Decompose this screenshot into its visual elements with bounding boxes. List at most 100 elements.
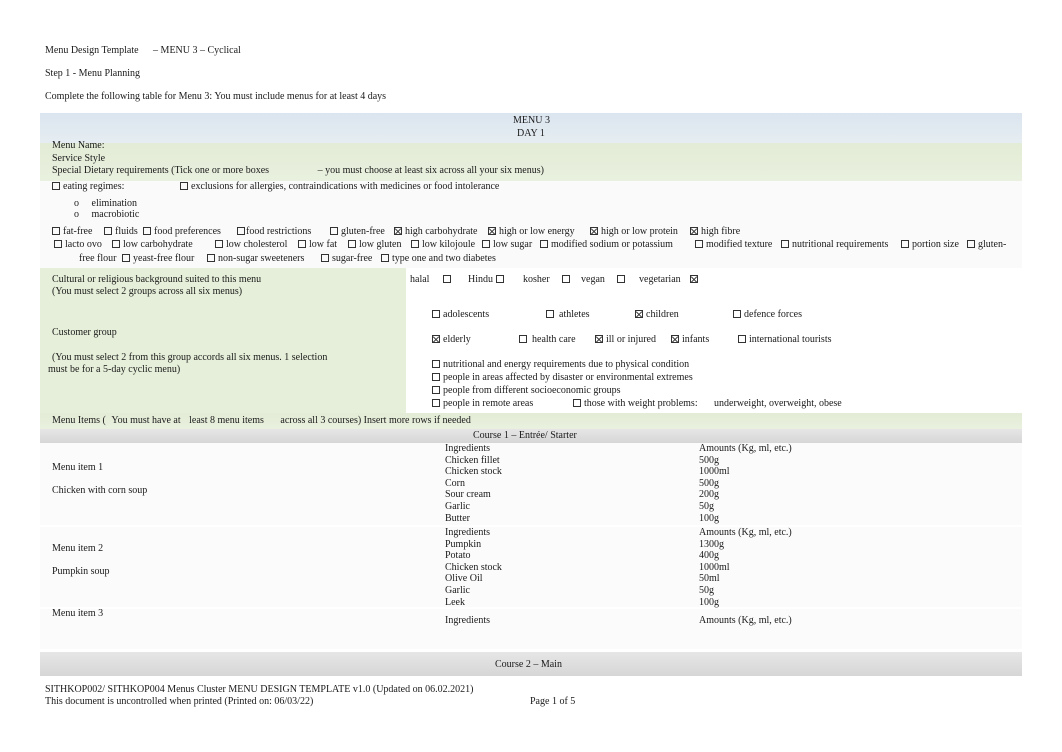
checkbox-icon[interactable] — [695, 240, 703, 248]
checked-checkbox-icon[interactable] — [671, 335, 679, 343]
checkbox-modified-sodium[interactable]: modified sodium or potassium — [540, 239, 673, 251]
amount[interactable]: 1300g — [699, 539, 792, 551]
checkbox-international-tourists[interactable]: international tourists — [738, 334, 832, 346]
checkbox-kosher[interactable]: kosher — [523, 274, 573, 286]
ingredient[interactable]: Butter — [445, 513, 502, 525]
checkbox-icon[interactable] — [54, 240, 62, 248]
checkbox-icon[interactable] — [432, 399, 440, 407]
ingredient[interactable]: Chicken fillet — [445, 455, 502, 467]
checkbox-icon[interactable] — [298, 240, 306, 248]
checkbox-icon[interactable] — [616, 275, 625, 283]
checkbox-health-care[interactable]: health care — [519, 334, 576, 346]
checkbox-nutritional-requirements[interactable]: nutritional requirements — [781, 239, 888, 251]
amount[interactable]: 400g — [699, 550, 792, 562]
checkbox-icon[interactable] — [443, 275, 452, 283]
ingredient[interactable]: Pumpkin — [445, 539, 502, 551]
checkbox-icon[interactable] — [519, 335, 527, 343]
checkbox-icon[interactable] — [561, 275, 570, 283]
amount[interactable]: 50g — [699, 501, 792, 513]
amount[interactable]: 500g — [699, 455, 792, 467]
checkbox-gluten-free-flour[interactable]: gluten- — [967, 239, 1006, 251]
checkbox-icon[interactable] — [180, 182, 188, 190]
amount[interactable]: 200g — [699, 489, 792, 501]
checkbox-icon[interactable] — [432, 310, 440, 318]
checkbox-icon[interactable] — [733, 310, 741, 318]
checkbox-modified-texture[interactable]: modified texture — [695, 239, 772, 251]
checkbox-food-restrictions[interactable]: food restrictions — [237, 226, 311, 238]
amount[interactable]: 100g — [699, 513, 792, 525]
checkbox-icon[interactable] — [540, 240, 548, 248]
checkbox-icon[interactable] — [546, 310, 554, 318]
checkbox-high-carbohydrate[interactable]: high carbohydrate — [394, 226, 477, 238]
checkbox-high-or-low-energy[interactable]: high or low energy — [488, 226, 575, 238]
checkbox-icon[interactable] — [482, 240, 490, 248]
checkbox-icon[interactable] — [207, 254, 215, 262]
checkbox-icon[interactable] — [432, 373, 440, 381]
checkbox-nutritional-energy[interactable]: nutritional and energy requirements due … — [432, 359, 689, 371]
checkbox-low-fat[interactable]: low fat — [298, 239, 337, 251]
checkbox-icon[interactable] — [237, 227, 245, 235]
checkbox-non-sugar-sweeteners[interactable]: non-sugar sweeteners — [207, 253, 304, 265]
checkbox-icon[interactable] — [143, 227, 151, 235]
checkbox-adolescents[interactable]: adolescents — [432, 309, 489, 321]
checkbox-ill-or-injured[interactable]: ill or injured — [595, 334, 656, 346]
checkbox-weight-problems[interactable]: those with weight problems: — [573, 398, 698, 410]
checkbox-low-sugar[interactable]: low sugar — [482, 239, 532, 251]
checked-checkbox-icon[interactable] — [394, 227, 402, 235]
checkbox-yeast-free-flour[interactable]: yeast-free flour — [122, 253, 194, 265]
checkbox-icon[interactable] — [781, 240, 789, 248]
amount[interactable]: 500g — [699, 478, 792, 490]
checkbox-low-cholesterol[interactable]: low cholesterol — [215, 239, 287, 251]
menu-item-1-name[interactable]: Chicken with corn soup — [52, 485, 147, 497]
checkbox-high-fibre[interactable]: high fibre — [690, 226, 740, 238]
checkbox-icon[interactable] — [215, 240, 223, 248]
checkbox-icon[interactable] — [967, 240, 975, 248]
checked-checkbox-icon[interactable] — [635, 310, 643, 318]
checkbox-fat-free[interactable]: fat-free — [52, 226, 92, 238]
amount[interactable]: 50g — [699, 585, 792, 597]
checkbox-icon[interactable] — [573, 399, 581, 407]
checkbox-icon[interactable] — [411, 240, 419, 248]
checkbox-icon[interactable] — [381, 254, 389, 262]
checkbox-fluids[interactable]: fluids — [104, 226, 138, 238]
checkbox-remote-areas[interactable]: people in remote areas — [432, 398, 533, 410]
checkbox-gluten-free[interactable]: gluten-free — [330, 226, 385, 238]
checkbox-icon[interactable] — [496, 275, 504, 283]
ingredient[interactable]: Leek — [445, 597, 502, 609]
amount[interactable]: 1000ml — [699, 562, 792, 574]
checkbox-icon[interactable] — [52, 182, 60, 190]
checkbox-icon[interactable] — [112, 240, 120, 248]
checked-checkbox-icon[interactable] — [590, 227, 598, 235]
ingredient[interactable]: Potato — [445, 550, 502, 562]
checkbox-disaster-areas[interactable]: people in areas affected by disaster or … — [432, 372, 693, 384]
ingredient[interactable]: Chicken stock — [445, 466, 502, 478]
checked-checkbox-icon[interactable] — [595, 335, 603, 343]
checkbox-icon[interactable] — [432, 360, 440, 368]
checkbox-infants[interactable]: infants — [671, 334, 709, 346]
checkbox-vegetarian[interactable]: vegetarian — [639, 274, 701, 286]
checkbox-icon[interactable] — [330, 227, 338, 235]
amount[interactable]: 1000ml — [699, 466, 792, 478]
checkbox-sugar-free[interactable]: sugar-free — [321, 253, 372, 265]
ingredient[interactable]: Corn — [445, 478, 502, 490]
amount[interactable]: 50ml — [699, 573, 792, 585]
ingredient[interactable]: Sour cream — [445, 489, 502, 501]
ingredient[interactable]: Chicken stock — [445, 562, 502, 574]
checked-checkbox-icon[interactable] — [689, 275, 698, 283]
checkbox-low-carbohydrate[interactable]: low carbohydrate — [112, 239, 193, 251]
ingredient[interactable]: Garlic — [445, 585, 502, 597]
checkbox-elderly[interactable]: elderly — [432, 334, 471, 346]
checkbox-athletes[interactable]: athletes — [546, 309, 590, 321]
checkbox-type-one-and-two-diabetes[interactable]: type one and two diabetes — [381, 253, 496, 265]
checkbox-icon[interactable] — [348, 240, 356, 248]
checkbox-children[interactable]: children — [635, 309, 679, 321]
amount[interactable]: 100g — [699, 597, 792, 609]
checkbox-socioeconomic-groups[interactable]: people from different socioeconomic grou… — [432, 385, 621, 397]
checkbox-icon[interactable] — [122, 254, 130, 262]
checkbox-portion-size[interactable]: portion size — [901, 239, 959, 251]
ingredient[interactable]: Olive Oil — [445, 573, 502, 585]
checked-checkbox-icon[interactable] — [432, 335, 440, 343]
checkbox-icon[interactable] — [321, 254, 329, 262]
checkbox-lacto-ovo[interactable]: lacto ovo — [54, 239, 102, 251]
checkbox-high-or-low-protein[interactable]: high or low protein — [590, 226, 678, 238]
